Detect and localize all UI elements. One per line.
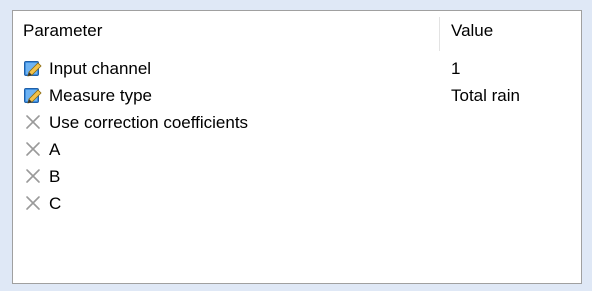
- parameter-grid: Parameter Value Input channel 1 Measure …: [12, 10, 582, 284]
- grid-rows: Input channel 1 Measure type Total rain: [13, 55, 581, 217]
- column-header-value[interactable]: Value: [451, 11, 571, 51]
- row-parameter-name: Use correction coefficients: [49, 113, 249, 132]
- table-row[interactable]: Input channel 1: [13, 55, 581, 82]
- table-row[interactable]: Use correction coefficients: [13, 109, 581, 136]
- disabled-x-icon: [23, 193, 43, 213]
- table-row[interactable]: B: [13, 163, 581, 190]
- table-row[interactable]: A: [13, 136, 581, 163]
- row-parameter-name: C: [49, 194, 62, 213]
- row-value[interactable]: 1: [451, 55, 460, 82]
- edit-icon: [23, 85, 43, 105]
- row-parameter-name: B: [49, 167, 61, 186]
- disabled-x-icon: [23, 112, 43, 132]
- edit-icon: [23, 58, 43, 78]
- disabled-x-icon: [23, 139, 43, 159]
- row-parameter-name: Input channel: [49, 59, 152, 78]
- row-parameter-name: A: [49, 140, 61, 159]
- row-value[interactable]: Total rain: [451, 82, 520, 109]
- table-row[interactable]: Measure type Total rain: [13, 82, 581, 109]
- column-header-parameter[interactable]: Parameter: [23, 11, 433, 51]
- row-parameter-name: Measure type: [49, 86, 152, 105]
- table-row[interactable]: C: [13, 190, 581, 217]
- grid-header: Parameter Value: [13, 11, 581, 51]
- disabled-x-icon: [23, 166, 43, 186]
- column-divider[interactable]: [439, 17, 440, 51]
